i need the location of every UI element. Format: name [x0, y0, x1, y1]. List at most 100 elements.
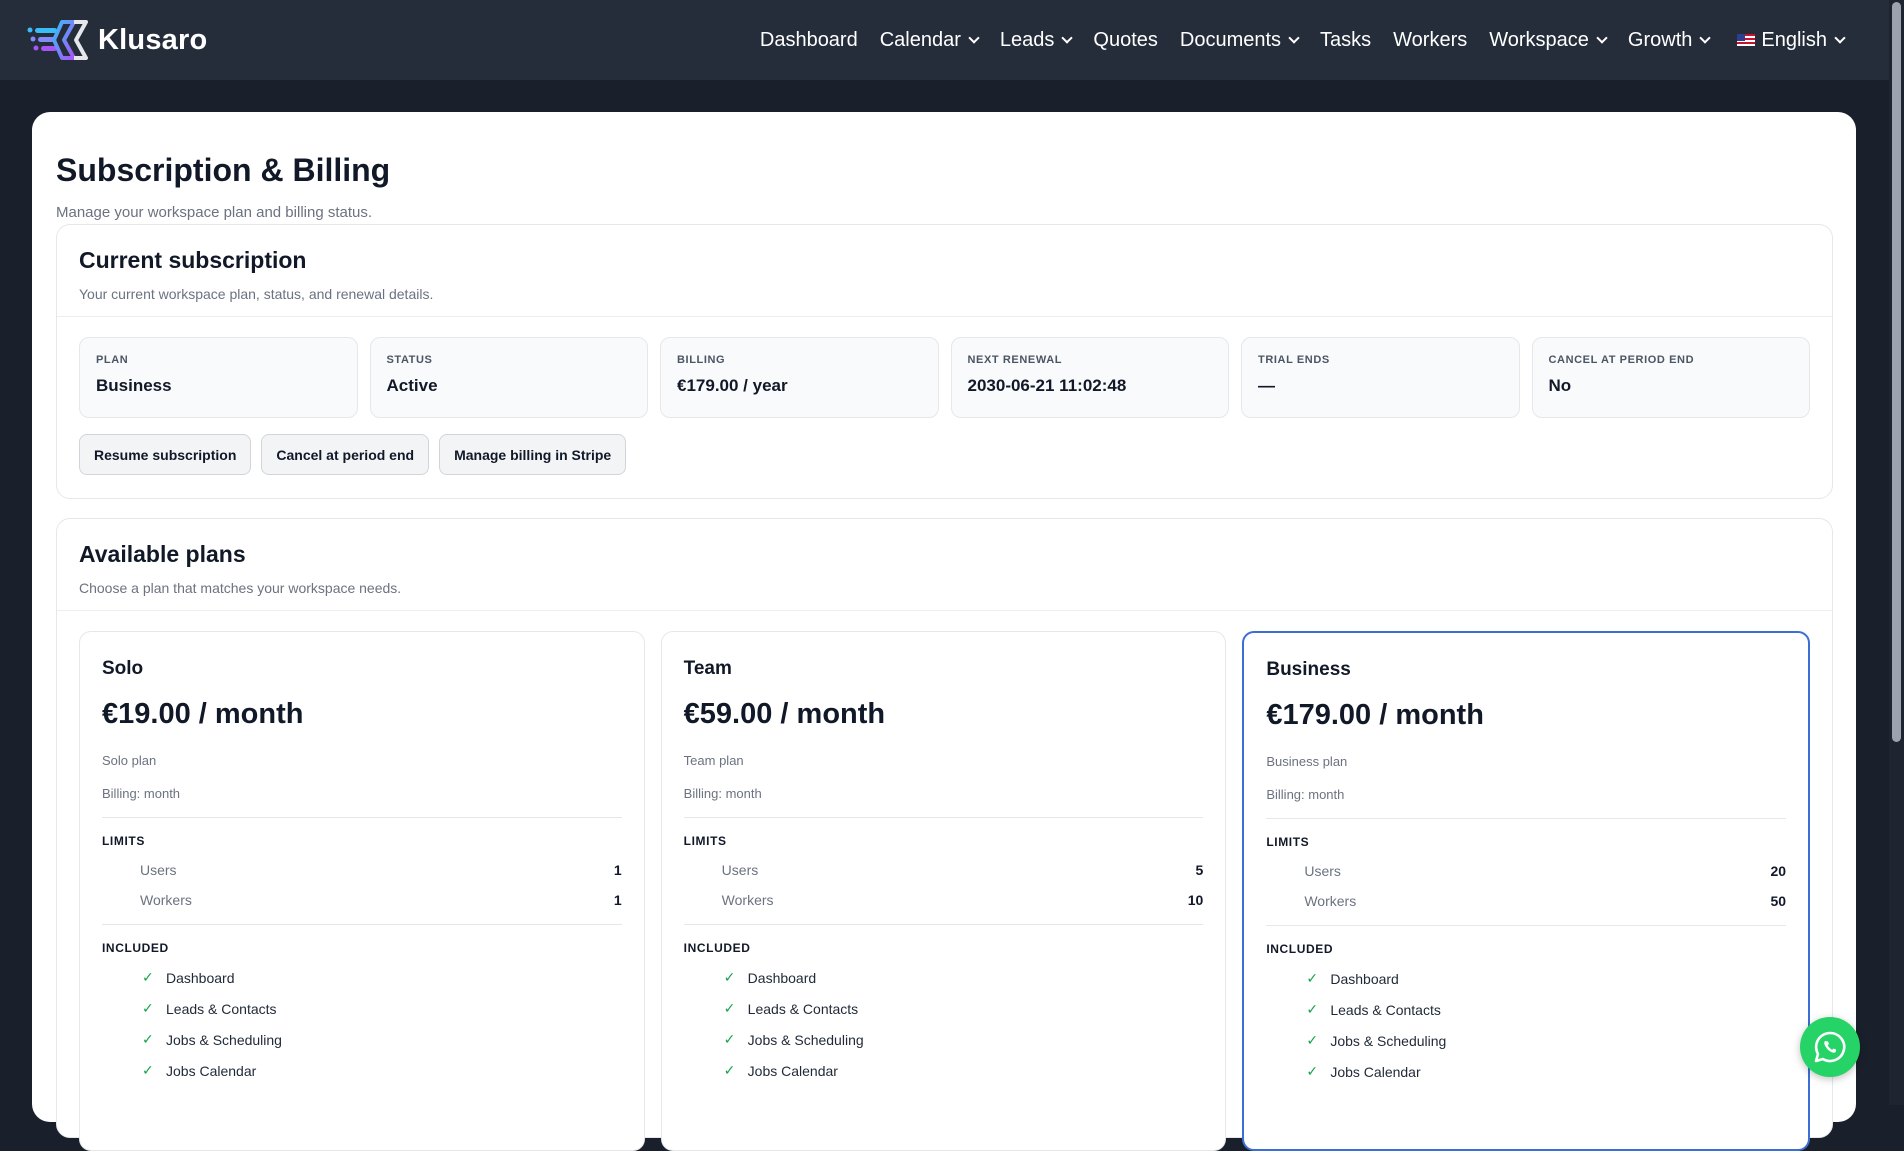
check-icon: ✓	[1306, 1001, 1319, 1017]
plan-price: €19.00 / month	[102, 698, 304, 730]
nav-growth[interactable]: Growth	[1627, 28, 1712, 52]
subscription-stats: Plan Business Status Active Billing €179…	[57, 317, 1832, 418]
limit-row: Workers 50	[1266, 893, 1786, 909]
check-icon: ✓	[142, 1062, 154, 1078]
page-subtitle: Manage your workspace plan and billing s…	[56, 204, 373, 221]
whatsapp-chat-button[interactable]	[1800, 1017, 1860, 1077]
current-subscription-title: Current subscription	[79, 247, 307, 273]
included-label: INCLUDED	[102, 941, 169, 955]
nav-label: Leads	[999, 28, 1055, 51]
divider	[102, 924, 622, 925]
chevron-down-icon	[1699, 32, 1712, 44]
nav-label: Workspace	[1489, 28, 1589, 51]
limit-row: Users 5	[684, 862, 1204, 878]
divider	[102, 817, 622, 818]
feature-label: Jobs Calendar	[747, 1062, 838, 1079]
page-scrollbar[interactable]	[1889, 0, 1904, 1105]
top-navbar: Klusaro Dashboard Calendar Leads Quotes …	[0, 0, 1904, 80]
feature-label: Leads & Contacts	[747, 1000, 859, 1017]
limit-name: Workers	[721, 892, 774, 908]
chevron-down-icon	[1288, 32, 1300, 44]
divider	[1266, 925, 1787, 926]
stat-label: Trial ends	[1258, 354, 1330, 366]
available-plans-subtitle: Choose a plan that matches your workspac…	[79, 580, 402, 596]
current-subscription-panel: Current subscription Your current worksp…	[56, 224, 1833, 499]
nav-workspace[interactable]: Workspace	[1489, 28, 1608, 52]
feature-item: ✓ Leads & Contacts	[1266, 1001, 1786, 1018]
plan-card-solo[interactable]: Solo €19.00 / month Solo plan Billing: m…	[79, 631, 645, 1151]
limit-name: Users	[140, 862, 177, 878]
stat-value: Business	[96, 376, 172, 395]
nav-label: Workers	[1393, 28, 1468, 51]
plan-billing: Billing: month	[102, 786, 181, 801]
stat-plan: Plan Business	[79, 337, 358, 418]
limit-row: Users 1	[102, 862, 622, 878]
stat-label: Next renewal	[967, 354, 1063, 366]
divider	[683, 817, 1204, 818]
stat-value: Active	[386, 376, 438, 395]
plan-description: Business plan	[1266, 754, 1348, 769]
stat-label: Cancel at period end	[1548, 354, 1695, 366]
nav-label: Tasks	[1320, 28, 1372, 51]
nav-dashboard[interactable]: Dashboard	[760, 29, 858, 52]
feature-label: Jobs Calendar	[1330, 1063, 1421, 1080]
nav-tasks[interactable]: Tasks	[1320, 29, 1371, 52]
nav-label: Dashboard	[759, 28, 858, 51]
limit-value: 20	[1770, 863, 1787, 879]
check-icon: ✓	[723, 1062, 736, 1078]
plan-card-team[interactable]: Team €59.00 / month Team plan Billing: m…	[660, 631, 1227, 1151]
resume-subscription-button[interactable]: Resume subscription	[79, 434, 252, 475]
nav-leads[interactable]: Leads	[999, 28, 1074, 52]
nav-quotes[interactable]: Quotes	[1093, 29, 1157, 52]
stat-label: Billing	[677, 354, 726, 366]
stat-label: Status	[386, 354, 433, 366]
check-icon: ✓	[1306, 970, 1319, 986]
stat-trial-ends: Trial ends —	[1241, 337, 1520, 418]
nav-label: Quotes	[1093, 28, 1158, 51]
nav-documents[interactable]: Documents	[1180, 29, 1300, 52]
check-icon: ✓	[723, 1031, 736, 1047]
manage-billing-stripe-button[interactable]: Manage billing in Stripe	[439, 434, 627, 475]
stat-value: —	[1258, 376, 1275, 395]
limit-name: Workers	[1304, 893, 1357, 909]
language-selector[interactable]: English	[1737, 29, 1846, 52]
chevron-down-icon	[1596, 32, 1608, 44]
stat-value: 2030-06-21 11:02:48	[967, 376, 1127, 395]
nav-label: Growth	[1627, 28, 1693, 51]
stat-value: €179.00 / year	[677, 376, 788, 395]
feature-item: ✓ Jobs Calendar	[684, 1062, 1204, 1079]
feature-label: Leads & Contacts	[1330, 1001, 1441, 1018]
plan-card-business[interactable]: Business €179.00 / month Business plan B…	[1242, 631, 1811, 1151]
stat-value: No	[1548, 376, 1572, 395]
nav-label: Calendar	[879, 28, 961, 51]
limit-row: Workers 1	[102, 892, 622, 908]
limit-value: 10	[1187, 892, 1204, 908]
chevron-down-icon	[1834, 32, 1846, 44]
feature-label: Dashboard	[1330, 970, 1399, 987]
brand-logo[interactable]: Klusaro	[26, 20, 207, 60]
limits-label: LIMITS	[102, 834, 145, 848]
feature-label: Jobs & Scheduling	[1330, 1032, 1447, 1049]
plan-name: Team	[683, 658, 732, 679]
cancel-at-period-end-button[interactable]: Cancel at period end	[261, 434, 430, 475]
included-label: INCLUDED	[683, 941, 751, 955]
feature-item: ✓ Jobs & Scheduling	[684, 1031, 1204, 1048]
check-icon: ✓	[142, 969, 154, 985]
stat-label: Plan	[96, 354, 129, 366]
check-icon: ✓	[1306, 1032, 1319, 1048]
nav-workers[interactable]: Workers	[1393, 29, 1467, 52]
limit-value: 1	[613, 862, 622, 878]
scrollbar-thumb[interactable]	[1892, 2, 1901, 742]
plan-name: Solo	[102, 658, 144, 679]
plan-price: €59.00 / month	[683, 698, 886, 730]
brand-name: Klusaro	[98, 23, 208, 56]
available-plans-panel: Available plans Choose a plan that match…	[56, 518, 1833, 1151]
limit-value: 50	[1770, 893, 1787, 909]
limit-value: 5	[1195, 862, 1204, 878]
feature-label: Dashboard	[166, 969, 235, 986]
nav-calendar[interactable]: Calendar	[879, 28, 980, 52]
check-icon: ✓	[142, 1031, 154, 1047]
feature-item: ✓ Leads & Contacts	[684, 1000, 1204, 1017]
plan-cards: Solo €19.00 / month Solo plan Billing: m…	[57, 611, 1832, 1151]
limits-label: LIMITS	[683, 834, 727, 848]
